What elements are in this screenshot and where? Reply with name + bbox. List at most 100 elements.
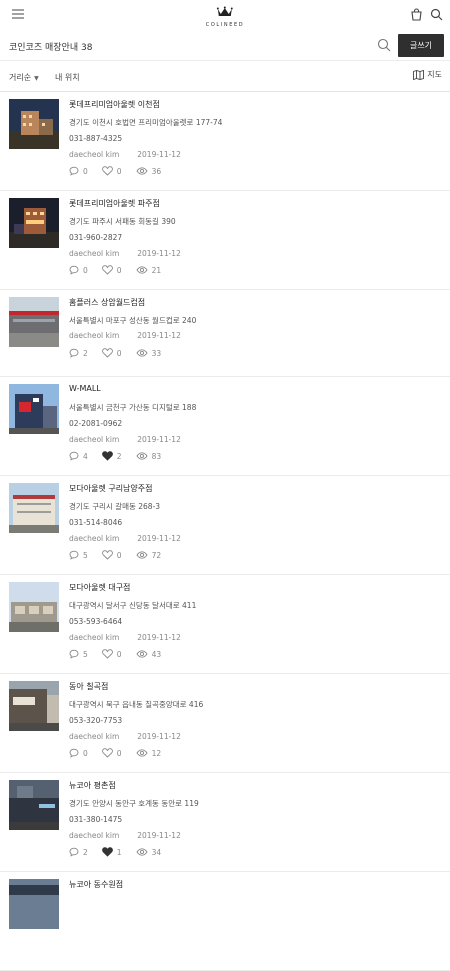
list-item[interactable]: 동아 칠곡점 대구광역시 북구 읍내동 칠곡중앙대로 416 053-320-7… <box>0 674 450 773</box>
list-item[interactable]: 뉴코아 평촌점 경기도 안양시 동안구 호계동 동안로 119 031-380-… <box>0 773 450 872</box>
list-item[interactable]: W-MALL 서울특별시 금천구 가산동 디지털로 188 02-2081-09… <box>0 377 450 476</box>
post-stats: 2 0 33 <box>69 348 161 358</box>
sort-label: 거리순 <box>9 73 32 82</box>
map-label: 지도 <box>427 70 442 79</box>
heart-filled-icon <box>101 847 113 857</box>
author: daecheol kim <box>69 150 120 159</box>
like-count[interactable]: 0 <box>101 265 122 275</box>
eye-icon <box>136 167 148 175</box>
view-count: 33 <box>136 349 161 358</box>
store-thumbnail <box>9 384 59 434</box>
store-phone[interactable]: 053-320-7753 <box>69 716 122 725</box>
post-date: 2019-11-12 <box>137 435 181 444</box>
like-count[interactable]: 0 <box>101 550 122 560</box>
list-item[interactable]: 롯데프리미엄아울렛 이천점 경기도 이천시 호법면 프리미엄아울렛로 177-7… <box>0 92 450 191</box>
page-title: 코인코즈 매장안내 38 <box>9 43 93 53</box>
comment-count[interactable]: 4 <box>69 451 88 461</box>
post-stats: 0 0 12 <box>69 748 161 758</box>
store-name: W-MALL <box>69 384 101 393</box>
store-phone[interactable]: 031-514-8046 <box>69 518 122 527</box>
post-date: 2019-11-12 <box>137 732 181 741</box>
list-item[interactable]: 롯데프리미엄아울렛 파주점 경기도 파주시 서패동 회동길 390 031-96… <box>0 191 450 290</box>
comment-icon <box>69 166 79 176</box>
brand-logo[interactable]: COLINEED <box>206 2 244 28</box>
post-stats: 5 0 72 <box>69 550 161 560</box>
sort-dropdown[interactable]: 거리순 ▼ <box>9 72 39 83</box>
like-count[interactable]: 0 <box>101 166 122 176</box>
heart-icon <box>101 550 113 560</box>
store-thumbnail <box>9 879 59 929</box>
store-phone[interactable]: 02-2081-0962 <box>69 419 122 428</box>
heart-icon <box>101 348 113 358</box>
eye-icon <box>136 349 148 357</box>
post-meta: daecheol kim 2019-11-12 <box>69 435 181 444</box>
heart-icon <box>101 649 113 659</box>
comment-count[interactable]: 0 <box>69 748 88 758</box>
list-item[interactable]: 뉴코아 동수원점 <box>0 872 450 971</box>
comment-count[interactable]: 2 <box>69 348 88 358</box>
store-phone[interactable]: 031-887-4325 <box>69 134 122 143</box>
view-count: 21 <box>136 266 161 275</box>
menu-icon[interactable] <box>8 4 28 24</box>
post-meta: daecheol kim 2019-11-12 <box>69 150 181 159</box>
store-name: 뉴코아 동수원점 <box>69 880 124 889</box>
like-count[interactable]: 0 <box>101 649 122 659</box>
store-address: 경기도 구리시 갈매동 268-3 <box>69 502 161 511</box>
eye-icon <box>136 266 148 274</box>
author: daecheol kim <box>69 331 120 340</box>
store-name: 동아 칠곡점 <box>69 682 109 691</box>
post-date: 2019-11-12 <box>137 633 181 642</box>
heart-icon <box>101 265 113 275</box>
store-address: 대구광역시 달서구 신당동 달서대로 411 <box>69 601 197 610</box>
store-phone[interactable]: 031-380-1475 <box>69 815 122 824</box>
post-date: 2019-11-12 <box>137 249 181 258</box>
store-address: 서울특별시 금천구 가산동 디지털로 188 <box>69 403 197 412</box>
store-phone[interactable]: 031-960-2827 <box>69 233 122 242</box>
title-bar: 코인코즈 매장안내 38 글쓰기 <box>0 30 450 61</box>
list-item[interactable]: 홈플러스 상암월드컵점 서울특별시 마포구 성산동 월드컵로 240 daech… <box>0 290 450 377</box>
view-count: 43 <box>136 650 161 659</box>
eye-icon <box>136 551 148 559</box>
store-thumbnail <box>9 297 59 347</box>
store-name: 롯데프리미엄아울렛 이천점 <box>69 100 160 109</box>
store-name: 모다아울렛 대구점 <box>69 583 131 592</box>
store-name: 홈플러스 상암월드컵점 <box>69 298 146 307</box>
view-count: 83 <box>136 452 161 461</box>
store-phone[interactable]: 053-593-6464 <box>69 617 122 626</box>
comment-icon <box>69 649 79 659</box>
post-date: 2019-11-12 <box>137 150 181 159</box>
list-item[interactable]: 모다아울렛 구리남양주점 경기도 구리시 갈매동 268-3 031-514-8… <box>0 476 450 575</box>
board-search-icon[interactable] <box>376 37 394 55</box>
post-meta: daecheol kim 2019-11-12 <box>69 732 181 741</box>
comment-count[interactable]: 5 <box>69 649 88 659</box>
post-meta: daecheol kim 2019-11-12 <box>69 633 181 642</box>
post-stats: 0 0 36 <box>69 166 161 176</box>
view-count: 36 <box>136 167 161 176</box>
view-count: 72 <box>136 551 161 560</box>
comment-count[interactable]: 5 <box>69 550 88 560</box>
shopping-bag-icon[interactable] <box>406 4 426 24</box>
store-name: 롯데프리미엄아울렛 파주점 <box>69 199 160 208</box>
search-icon[interactable] <box>426 4 446 24</box>
comment-count[interactable]: 0 <box>69 265 88 275</box>
author: daecheol kim <box>69 732 120 741</box>
like-count[interactable]: 2 <box>101 451 122 461</box>
like-count[interactable]: 0 <box>101 348 122 358</box>
map-button[interactable]: 지도 <box>413 69 442 80</box>
post-meta: daecheol kim 2019-11-12 <box>69 534 181 543</box>
post-meta: daecheol kim 2019-11-12 <box>69 831 181 840</box>
comment-icon <box>69 451 79 461</box>
store-list: 롯데프리미엄아울렛 이천점 경기도 이천시 호법면 프리미엄아울렛로 177-7… <box>0 92 450 971</box>
comment-count[interactable]: 0 <box>69 166 88 176</box>
store-thumbnail <box>9 681 59 731</box>
comment-count[interactable]: 2 <box>69 847 88 857</box>
map-icon <box>413 69 425 80</box>
view-count: 12 <box>136 749 161 758</box>
like-count[interactable]: 1 <box>101 847 122 857</box>
write-button[interactable]: 글쓰기 <box>398 34 444 57</box>
like-count[interactable]: 0 <box>101 748 122 758</box>
store-name: 모다아울렛 구리남양주점 <box>69 484 153 493</box>
list-item[interactable]: 모다아울렛 대구점 대구광역시 달서구 신당동 달서대로 411 053-593… <box>0 575 450 674</box>
my-location-button[interactable]: 내 위치 <box>55 72 80 83</box>
post-stats: 5 0 43 <box>69 649 161 659</box>
